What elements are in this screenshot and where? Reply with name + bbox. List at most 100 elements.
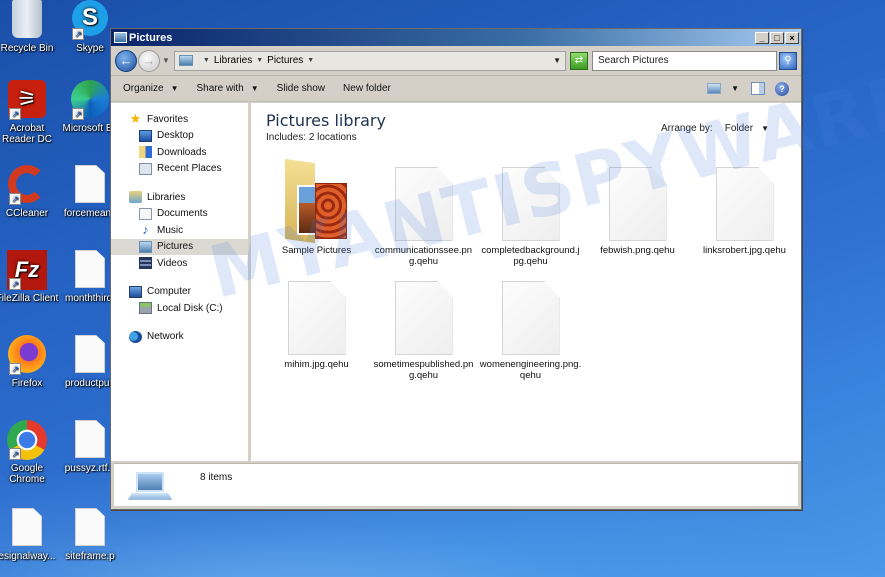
nav-network[interactable]: Network [111,329,248,346]
file-list-pane: Pictures library Includes: 2 locations A… [251,103,801,461]
close-button[interactable]: × [785,31,799,44]
pictures-icon [139,240,152,253]
file-item[interactable]: sometimespublished.png.qehu [370,275,477,387]
folder-item[interactable]: Sample Pictures [263,158,370,273]
desktop-icon-label: Recycle Bin [0,43,54,54]
file-item[interactable]: completedbackground.jpg.qehu [477,161,584,273]
desktop-icon-recycle-bin[interactable]: Recycle Bin [0,0,59,54]
arrange-by-dropdown[interactable]: Folder [725,123,753,134]
computer-icon [129,285,142,298]
desktop-icon-label: CCleaner [5,208,49,219]
document-icon [70,420,110,460]
file-grid: Sample Pictures communicationssee.png.qeh… [263,158,803,387]
details-pane: 8 items [114,463,798,506]
nav-pictures[interactable]: Pictures [111,238,248,255]
local-disk-icon [139,302,152,315]
change-view-icon[interactable] [707,83,722,94]
help-icon[interactable]: ? [775,81,789,96]
file-name: Sample Pictures [281,245,352,256]
nav-documents[interactable]: Documents [111,206,248,223]
library-laptop-icon [127,472,173,502]
chevron-down-icon[interactable]: ▼ [761,124,769,133]
nav-label: Documents [157,208,208,220]
includes-locations-link[interactable]: 2 locations [309,132,357,143]
breadcrumb-pictures[interactable]: Pictures [267,55,303,66]
slide-show-button[interactable]: Slide show [277,83,325,94]
share-with-button[interactable]: Share with ▼ [197,83,259,94]
nav-downloads[interactable]: Downloads [111,144,248,161]
nav-recent-places[interactable]: Recent Places [111,161,248,178]
desktop-icon-acrobat-reader-dc[interactable]: ⚞ ↗ Acrobat Reader DC [0,80,59,145]
nav-label: Videos [157,257,188,269]
documents-icon [139,207,152,220]
file-item[interactable]: linksrobert.jpg.qehu [691,161,798,273]
recycle-bin-icon [7,0,47,40]
arrange-by: Arrange by: Folder ▼ [661,123,769,134]
recent-places-icon [139,162,152,175]
back-button[interactable]: ← [115,49,137,72]
view-options-dropdown[interactable]: ▼ [731,84,739,93]
navigation-pane[interactable]: ★ Favorites Desktop Downloads Recent Pla… [111,103,251,461]
breadcrumb-libraries[interactable]: Libraries [214,55,252,66]
nav-label: Recent Places [157,163,222,175]
chevron-down-icon: ▼ [250,84,259,93]
document-icon [70,508,110,548]
desktop-icon-filezilla-client[interactable]: Fz ↗ FileZilla Client [0,250,59,304]
address-history-dropdown[interactable]: ▼ [553,56,561,65]
desktop-icon-label: Google Chrome [9,463,45,485]
desktop-icon-label: Firefox [11,378,43,389]
file-name: mihim.jpg.qehu [284,359,349,370]
breadcrumb-separator-icon[interactable]: ▼ [203,57,210,64]
nav-desktop[interactable]: Desktop [111,128,248,145]
title-bar[interactable]: Pictures _ □ × [111,29,801,46]
desktop-icon-siteframe-p[interactable]: siteframe.p [58,508,122,562]
desktop-icon-google-chrome[interactable]: ↗ Google Chrome [0,420,59,485]
music-note-icon: ♪ [142,222,149,238]
skype-icon: S ↗ [70,0,110,40]
file-item[interactable]: communicationssee.png.qehu [370,161,477,273]
search-input[interactable]: Search Pictures [592,50,777,71]
pictures-library-icon [178,55,193,66]
file-name: womenengineering.png.qehu [479,359,582,381]
shortcut-arrow-icon: ↗ [9,448,21,460]
recent-pages-dropdown[interactable]: ▼ [162,56,170,65]
breadcrumb-separator-icon[interactable]: ▼ [307,57,314,64]
organize-button[interactable]: Organize ▼ [123,83,179,94]
maximize-button[interactable]: □ [770,31,784,44]
includes-label: Includes: [266,132,307,143]
search-icon[interactable]: ⚲ [779,51,797,70]
nav-music[interactable]: ♪ Music [111,222,248,239]
file-item[interactable]: womenengineering.png.qehu [477,275,584,387]
file-name: completedbackground.jpg.qehu [481,245,580,267]
shortcut-arrow-icon: ↗ [9,193,21,205]
address-field[interactable]: ▼ Libraries ▼ Pictures ▼ ▼ [173,50,566,71]
item-count: 8 items [200,472,233,483]
file-name: communicationssee.png.qehu [374,245,473,267]
file-item[interactable]: mihim.jpg.qehu [263,275,370,387]
new-folder-button[interactable]: New folder [343,83,391,94]
preview-pane-icon[interactable] [751,82,765,95]
desktop-icon [139,129,152,142]
chrome-icon: ↗ [7,420,47,460]
refresh-button[interactable]: ⇄ [570,51,588,70]
breadcrumb-separator-icon[interactable]: ▼ [256,57,263,64]
file-item[interactable]: febwish.png.qehu [584,161,691,273]
nav-favorites[interactable]: ★ Favorites [111,111,248,128]
desktop-icon-esignalway[interactable]: esignalway... [0,508,59,562]
nav-videos[interactable]: Videos [111,255,248,272]
ccleaner-icon: ↗ [7,165,47,205]
minimize-button[interactable]: _ [755,31,769,44]
explorer-body: ★ Favorites Desktop Downloads Recent Pla… [111,103,801,461]
desktop-icon-ccleaner[interactable]: ↗ CCleaner [0,165,59,219]
shortcut-arrow-icon: ↗ [9,363,21,375]
desktop-icon-label: FileZilla Client [0,293,59,304]
libraries-icon [129,191,142,204]
nav-label: Libraries [147,191,186,203]
forward-button[interactable]: → [138,49,160,72]
nav-libraries[interactable]: Libraries [111,189,248,206]
desktop-icon-firefox[interactable]: ↗ Firefox [0,335,59,389]
nav-computer[interactable]: Computer [111,284,248,301]
document-icon [7,508,47,548]
nav-local-disk[interactable]: Local Disk (C:) [111,300,248,317]
star-icon: ★ [129,111,142,127]
